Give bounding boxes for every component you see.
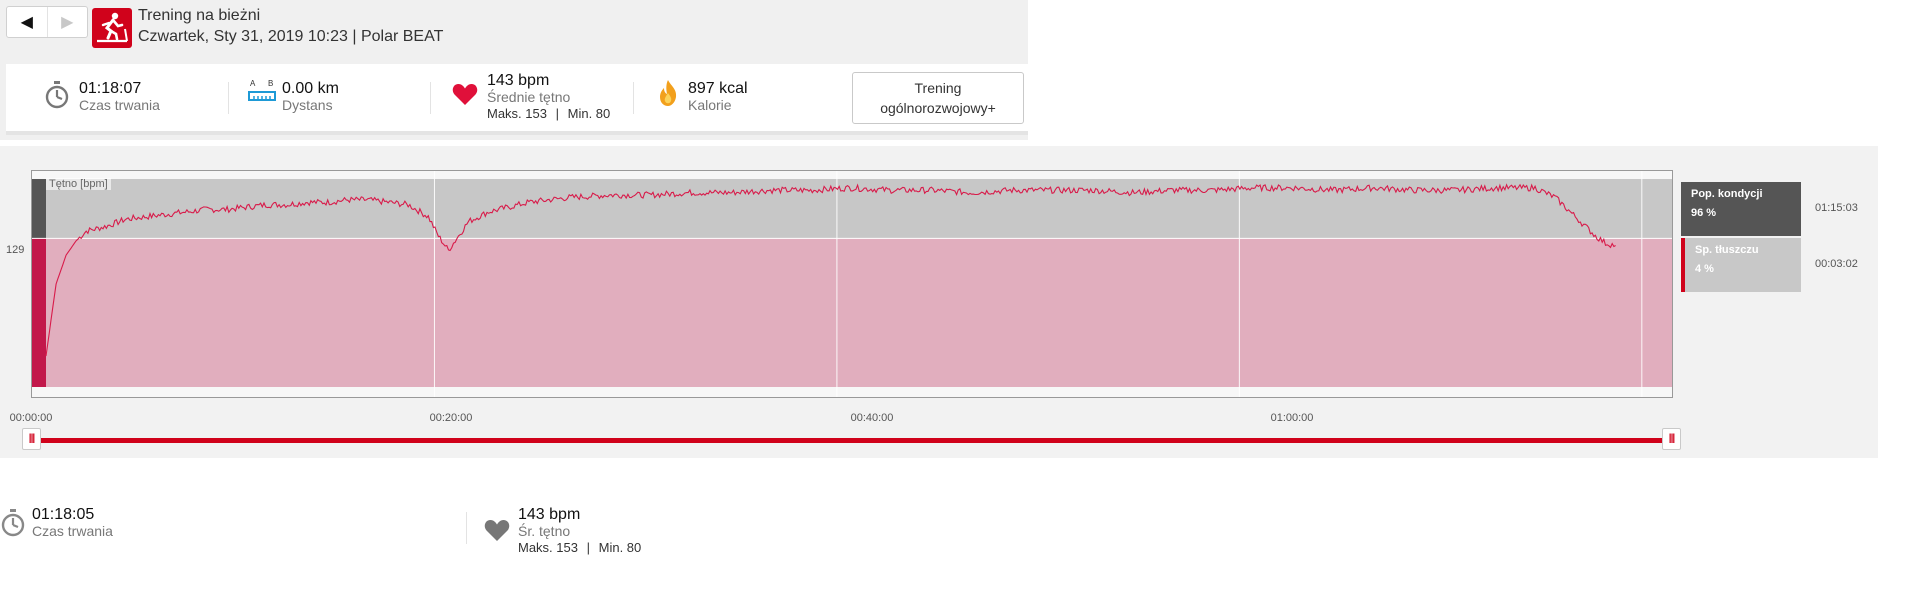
heart-icon: [484, 518, 510, 547]
selection-duration-value: 01:18:05: [32, 506, 95, 523]
chart-title: Tętno [bpm]: [46, 178, 111, 190]
arrow-left-icon: ◀: [20, 14, 33, 31]
x-tick-label: 00:40:00: [850, 412, 894, 424]
divider: [466, 512, 467, 544]
arrow-right-icon: ▶: [61, 14, 74, 31]
x-tick-label: 00:20:00: [429, 412, 473, 424]
zone-fitness[interactable]: Pop. kondycji 96 %: [1681, 182, 1801, 236]
stopwatch-icon: [44, 80, 70, 115]
zone-fat-burn[interactable]: Sp. tłuszczu 4 %: [1681, 238, 1801, 292]
divider: [228, 82, 229, 114]
zone-indicator-fitness: [32, 179, 46, 239]
x-tick-label: 01:00:00: [1270, 412, 1314, 424]
time-range-slider[interactable]: [31, 438, 1671, 443]
slider-end-handle[interactable]: |||: [1662, 428, 1681, 450]
session-subtitle: Czwartek, Sty 31, 2019 10:23 | Polar BEA…: [138, 28, 444, 45]
calories-label: Kalorie: [688, 97, 732, 113]
duration-value: 01:18:07: [79, 80, 142, 97]
slider-start-handle[interactable]: |||: [22, 428, 41, 450]
max-heart-rate: Maks. 153: [518, 540, 578, 555]
lower-zone-band: [32, 238, 1672, 387]
avg-heart-rate-label: Średnie tętno: [487, 89, 571, 105]
heart-rate-chart[interactable]: Tętno [bpm]: [31, 170, 1673, 398]
calories-value: 897 kcal: [688, 80, 748, 97]
forward-button[interactable]: ▶: [48, 7, 88, 37]
selection-heart-rate-range: Maks. 153 | Min. 80: [518, 540, 642, 555]
selection-duration-label: Czas trwania: [32, 523, 113, 539]
y-tick-label: 129: [6, 244, 25, 256]
navigation-arrows: ◀ ▶: [6, 6, 88, 38]
heart-rate-range: Maks. 153 | Min. 80: [487, 106, 611, 121]
max-heart-rate: Maks. 153: [487, 106, 547, 121]
training-benefit-button[interactable]: Trening ogólnorozwojowy+: [852, 72, 1024, 124]
duration-label: Czas trwania: [79, 97, 160, 113]
back-button[interactable]: ◀: [7, 7, 48, 37]
divider: [430, 82, 431, 114]
zone-fitness-duration: 01:15:03: [1815, 202, 1858, 214]
distance-value: 0.00 km: [282, 80, 339, 97]
treadmill-icon: [92, 8, 132, 48]
zone-indicator-fat-burn: [32, 238, 46, 387]
stats-bar-underline: [6, 131, 1028, 135]
min-heart-rate: Min. 80: [567, 106, 611, 121]
min-heart-rate: Min. 80: [598, 540, 642, 555]
heart-rate-chart-svg: [32, 171, 1672, 397]
session-header: ◀ ▶ Trening na bieżni Czwartek, Sty 31, …: [0, 0, 1028, 140]
stopwatch-icon: [0, 508, 26, 543]
zone-fat-burn-duration: 00:03:02: [1815, 258, 1858, 270]
heart-icon: [452, 82, 478, 111]
flame-icon: [658, 79, 678, 112]
selection-heart-rate-label: Śr. tętno: [518, 523, 571, 539]
x-tick-label: 00:00:00: [9, 412, 53, 424]
selection-heart-rate-value: 143 bpm: [518, 506, 581, 523]
session-title: Trening na bieżni: [138, 7, 261, 24]
selection-summary: 01:18:05 Czas trwania 143 bpm Śr. tętno …: [0, 496, 1000, 566]
divider: [633, 82, 634, 114]
avg-heart-rate-value: 143 bpm: [487, 72, 550, 89]
distance-label: Dystans: [282, 97, 333, 113]
upper-zone-band: [32, 179, 1672, 239]
stats-bar: 01:18:07 Czas trwania A B 0.00 km Dystan…: [6, 64, 1028, 131]
